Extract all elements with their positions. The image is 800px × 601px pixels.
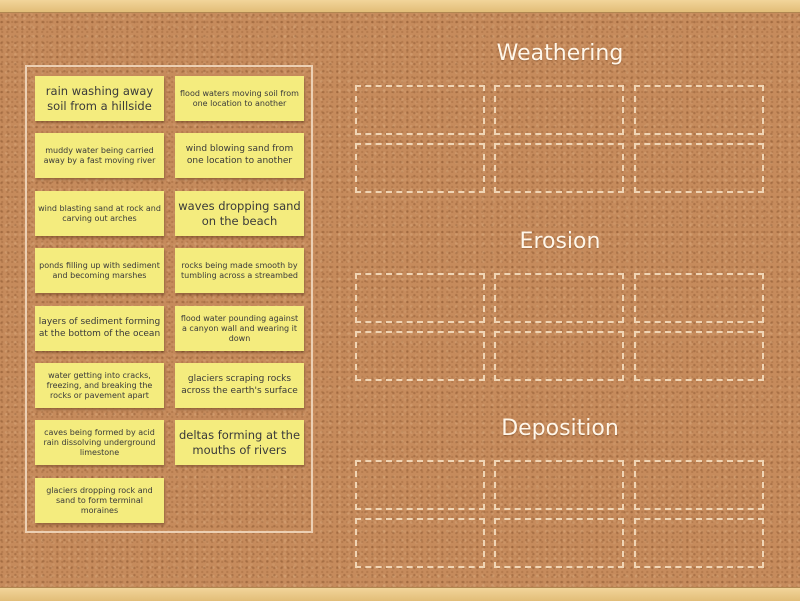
group-title-weathering: Weathering [496, 41, 624, 66]
card[interactable]: caves being formed by acid rain dissolvi… [35, 420, 164, 465]
group-title-deposition: Deposition [501, 416, 619, 441]
drop-slot-weathering[interactable] [494, 143, 624, 193]
card[interactable]: ponds filling up with sediment and becom… [35, 248, 164, 293]
card[interactable]: rain washing away soil from a hillside [35, 76, 164, 121]
board-frame-top [0, 0, 800, 13]
drop-slot-deposition[interactable] [355, 460, 485, 510]
drop-slot-deposition[interactable] [634, 460, 764, 510]
drop-slot-erosion[interactable] [634, 331, 764, 381]
card[interactable]: deltas forming at the mouths of rivers [175, 420, 304, 465]
drop-slot-deposition[interactable] [355, 518, 485, 568]
card[interactable]: wind blowing sand from one location to a… [175, 133, 304, 178]
card[interactable]: wind blasting sand at rock and carving o… [35, 191, 164, 236]
card[interactable]: flood waters moving soil from one locati… [175, 76, 304, 121]
drop-slot-erosion[interactable] [494, 331, 624, 381]
drop-slot-deposition[interactable] [634, 518, 764, 568]
drop-slot-weathering[interactable] [494, 85, 624, 135]
drop-slot-deposition[interactable] [494, 518, 624, 568]
drop-slot-erosion[interactable] [355, 273, 485, 323]
drop-slot-weathering[interactable] [355, 85, 485, 135]
drop-slot-weathering[interactable] [634, 85, 764, 135]
card[interactable]: rocks being made smooth by tumbling acro… [175, 248, 304, 293]
card[interactable]: layers of sediment forming at the bottom… [35, 306, 164, 351]
card[interactable]: glaciers dropping rock and sand to form … [35, 478, 164, 523]
card[interactable]: waves dropping sand on the beach [175, 191, 304, 236]
drop-slot-erosion[interactable] [494, 273, 624, 323]
drop-slot-erosion[interactable] [634, 273, 764, 323]
card[interactable]: muddy water being carried away by a fast… [35, 133, 164, 178]
drop-slot-weathering[interactable] [355, 143, 485, 193]
card[interactable]: glaciers scraping rocks across the earth… [175, 363, 304, 408]
group-title-erosion: Erosion [519, 229, 601, 254]
card[interactable]: flood water pounding against a canyon wa… [175, 306, 304, 351]
card[interactable]: water getting into cracks, freezing, and… [35, 363, 164, 408]
board-frame-bottom [0, 587, 800, 601]
drop-slot-erosion[interactable] [355, 331, 485, 381]
drop-slot-deposition[interactable] [494, 460, 624, 510]
drop-slot-weathering[interactable] [634, 143, 764, 193]
